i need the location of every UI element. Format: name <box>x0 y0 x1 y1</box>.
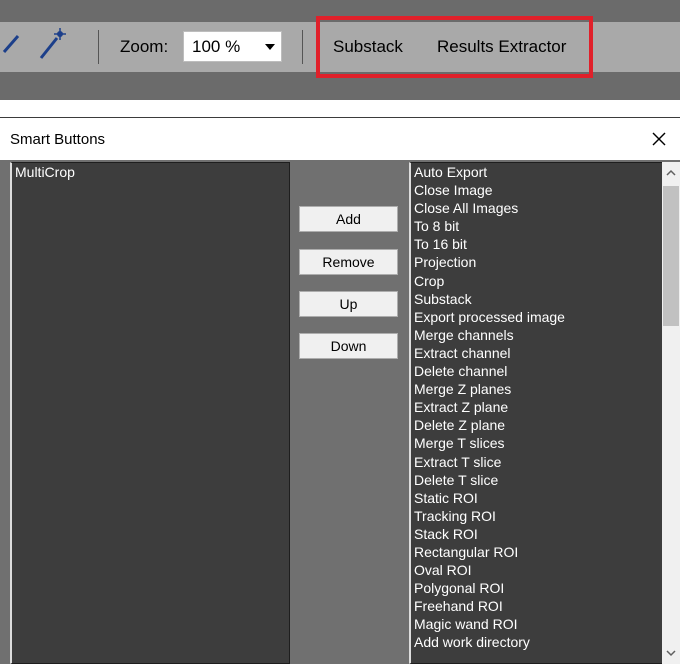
add-button[interactable]: Add <box>299 206 398 232</box>
close-icon[interactable] <box>644 124 674 154</box>
list-item[interactable]: Close All Images <box>411 199 679 217</box>
list-item[interactable]: Oval ROI <box>411 561 679 579</box>
vertical-scrollbar[interactable] <box>662 162 680 664</box>
list-item[interactable]: Polygonal ROI <box>411 579 679 597</box>
list-item[interactable]: Tracking ROI <box>411 507 679 525</box>
list-item[interactable]: Close Image <box>411 181 679 199</box>
scrollbar-thumb[interactable] <box>663 186 679 326</box>
list-item[interactable]: Static ROI <box>411 489 679 507</box>
up-button[interactable]: Up <box>299 291 398 317</box>
list-item[interactable]: Extract Z plane <box>411 398 679 416</box>
list-item[interactable]: To 8 bit <box>411 217 679 235</box>
list-item[interactable]: Substack <box>411 290 679 308</box>
remove-button[interactable]: Remove <box>299 249 398 275</box>
chevron-down-icon <box>265 44 275 50</box>
zoom-select[interactable]: 100 % <box>183 31 282 62</box>
list-item[interactable]: Freehand ROI <box>411 597 679 615</box>
pencil-icon[interactable] <box>2 24 32 68</box>
dialog-title: Smart Buttons <box>10 131 106 148</box>
active-buttons-list[interactable]: MultiCrop <box>10 162 290 664</box>
chevron-up-icon[interactable] <box>662 164 680 182</box>
chevron-down-icon[interactable] <box>662 644 680 662</box>
magic-wand-icon[interactable] <box>38 24 68 68</box>
list-item[interactable]: MultiCrop <box>12 163 289 181</box>
list-item[interactable]: Auto Export <box>411 163 679 181</box>
list-item[interactable]: To 16 bit <box>411 235 679 253</box>
zoom-value: 100 % <box>192 37 241 56</box>
list-item[interactable]: Merge Z planes <box>411 380 679 398</box>
toolbar: Zoom: 100 % Substack Results Extractor <box>0 0 680 100</box>
list-item[interactable]: Extract channel <box>411 344 679 362</box>
list-item[interactable]: Delete Z plane <box>411 416 679 434</box>
down-button[interactable]: Down <box>299 333 398 359</box>
list-item[interactable]: Delete channel <box>411 362 679 380</box>
list-item[interactable]: Projection <box>411 253 679 271</box>
toolbar-separator <box>98 30 99 64</box>
dialog-title-bar: Smart Buttons <box>0 118 680 160</box>
list-item[interactable]: Magic wand ROI <box>411 615 679 633</box>
list-item[interactable]: Delete T slice <box>411 471 679 489</box>
list-item[interactable]: Stack ROI <box>411 525 679 543</box>
list-item[interactable]: Crop <box>411 272 679 290</box>
list-item[interactable]: Merge T slices <box>411 434 679 452</box>
list-item[interactable]: Extract T slice <box>411 453 679 471</box>
list-item[interactable]: Export processed image <box>411 308 679 326</box>
highlight-box <box>316 16 593 78</box>
list-item[interactable]: Merge channels <box>411 326 679 344</box>
list-item[interactable]: Rectangular ROI <box>411 543 679 561</box>
toolbar-separator <box>302 30 303 64</box>
list-item[interactable]: Add work directory <box>411 633 679 651</box>
smart-buttons-dialog: Smart Buttons MultiCrop Add Remove Up Do… <box>0 117 680 664</box>
zoom-label: Zoom: <box>120 37 169 56</box>
available-buttons-list[interactable]: Auto Export Close Image Close All Images… <box>409 162 680 664</box>
